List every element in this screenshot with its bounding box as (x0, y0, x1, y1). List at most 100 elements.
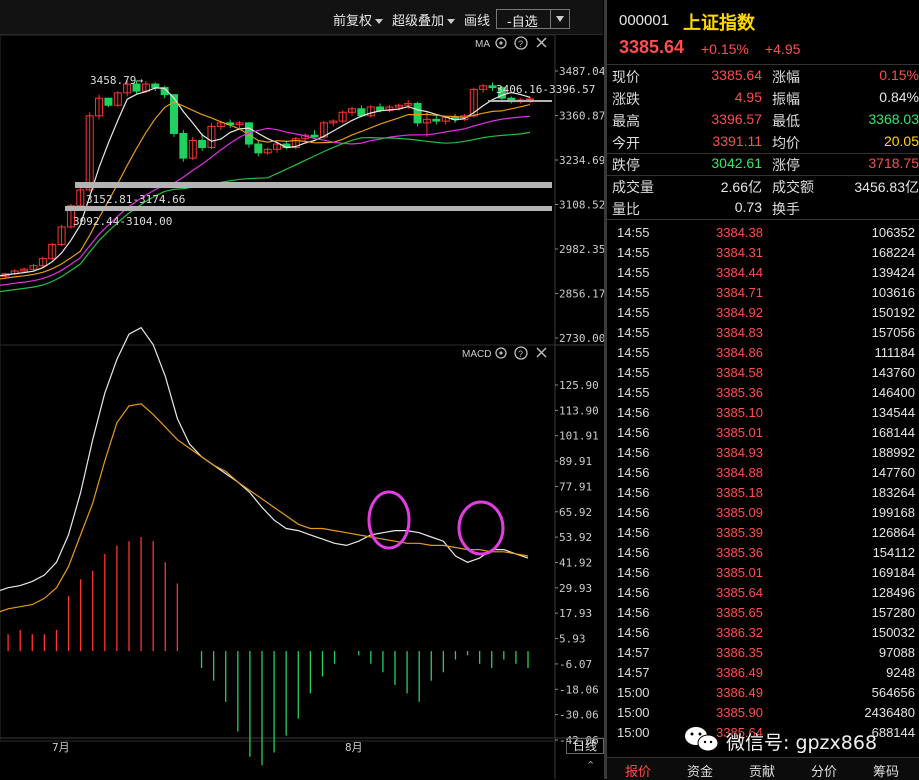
stat-value: 0.84% (879, 89, 919, 105)
watermark-text: 微信号: gpzx868 (726, 732, 878, 754)
tick-time: 14:55 (617, 305, 650, 320)
stat-label: 换手 (772, 202, 800, 218)
stat-label: 成交额 (772, 180, 814, 196)
tick-time: 14:56 (617, 525, 650, 540)
tick-row: 14:56 3385.10 134544 (607, 403, 919, 423)
tick-row: 14:56 3385.64 128496 (607, 583, 919, 603)
y-tick-label: 3487.04 (559, 65, 604, 78)
macd-y-tick-label: 53.92 (559, 531, 592, 544)
macd-y-axis: 125.90 113.90 101.91 89.91 77.91 65.92 53.92 41… (555, 379, 599, 747)
tab-quote[interactable]: 报价 (607, 761, 669, 780)
range-annotation-top: 3406.16-3396.57 (496, 83, 595, 96)
tick-time: 14:55 (617, 325, 650, 340)
tick-price: 3385.39 (716, 525, 763, 540)
stat-value: 0.73 (734, 199, 762, 215)
tick-volume: 106352 (871, 225, 915, 240)
close-icon[interactable] (536, 37, 547, 48)
tab-chips[interactable]: 筹码 (855, 761, 917, 780)
tick-price: 3385.90 (716, 705, 763, 720)
stat-value: 20.05 (883, 133, 919, 149)
self-select-dropdown[interactable]: -自选 (496, 9, 570, 30)
tick-row: 14:56 3385.01 169184 (607, 563, 919, 583)
stat-value: 0.15% (879, 67, 919, 83)
tick-volume: 199168 (871, 505, 915, 520)
chevron-down-icon (556, 16, 564, 22)
tick-price: 3385.09 (716, 505, 763, 520)
collapse-up-icon[interactable]: ⌃ (586, 759, 595, 772)
macd-series (0, 326, 529, 766)
tick-price: 3386.35 (716, 645, 763, 660)
tab-funds[interactable]: 资金 (669, 761, 731, 780)
macd-y-tick-label: -6.07 (559, 658, 592, 671)
daily-period-button[interactable]: 日线 (566, 738, 604, 754)
tab-price-distribution[interactable]: 分价 (793, 761, 855, 780)
dea-line (0, 403, 529, 613)
candle-down (179, 132, 188, 159)
tick-volume: 126864 (871, 525, 915, 540)
tick-price: 3385.10 (716, 405, 763, 420)
panel-tabs: 报价 资金 贡献 分价 筹码 (607, 757, 919, 780)
stat-label: 量比 (612, 202, 640, 218)
stock-chart[interactable]: MA ? MACD ? 3487.04 3360.87 3234.69 3108.52… (0, 35, 604, 779)
tick-time: 14:56 (617, 545, 650, 560)
tick-row: 15:00 3385.90 2436480 (607, 703, 919, 723)
tick-price: 3384.93 (716, 445, 763, 460)
divider (607, 219, 919, 220)
candle-down (310, 134, 319, 138)
tick-price: 3384.44 (716, 265, 763, 280)
x-label-august: 8月 (345, 741, 363, 754)
tick-row: 14:55 3384.38 106352 (607, 223, 919, 243)
tick-price: 3385.36 (716, 545, 763, 560)
settings-icon[interactable] (495, 347, 507, 359)
tick-time: 14:55 (617, 285, 650, 300)
restore-right-dropdown[interactable]: 前复权 (333, 10, 384, 29)
stat-value: 2.66亿 (720, 179, 762, 195)
tick-volume: 111184 (874, 345, 916, 360)
chevron-down-icon (375, 19, 384, 24)
tick-price: 3385.01 (716, 425, 763, 440)
settings-icon[interactable] (495, 37, 507, 49)
tick-time: 14:56 (617, 585, 650, 600)
tick-price: 3386.49 (716, 685, 763, 700)
change-amount: +4.95 (765, 41, 801, 57)
macd-y-tick-label: 65.92 (559, 506, 592, 519)
stat-value: 3391.11 (712, 133, 762, 149)
help-icon[interactable]: ? (514, 36, 528, 50)
support-band-lower[interactable] (65, 206, 552, 211)
tick-row: 14:55 3384.92 150192 (607, 303, 919, 323)
stat-value: 3368.03 (868, 111, 919, 127)
tab-contribution[interactable]: 贡献 (731, 761, 793, 780)
divider (607, 64, 919, 65)
candle-down (170, 94, 178, 134)
draw-line-button[interactable]: 画线 (464, 10, 490, 29)
chart-toolbar: 前复权 超级叠加 画线 -自选 (0, 0, 603, 35)
macd-y-tick-label: 41.92 (559, 557, 592, 570)
help-icon[interactable]: ? (514, 346, 528, 360)
main-indicator-label[interactable]: MA (475, 39, 490, 50)
tick-volume: 188992 (871, 445, 915, 460)
macd-y-tick-label: 113.90 (559, 404, 599, 417)
high-annotation: 3458.79→ (90, 74, 143, 87)
tick-volume: 134544 (871, 405, 915, 420)
macd-indicator-label[interactable]: MACD (462, 349, 491, 360)
candle-down (104, 97, 113, 106)
tick-row: 14:56 3384.88 147760 (607, 463, 919, 483)
super-overlay-dropdown[interactable]: 超级叠加 (392, 10, 456, 29)
tick-volume: 146400 (871, 385, 915, 400)
support-band-upper[interactable] (75, 182, 552, 188)
tick-time: 14:56 (617, 465, 650, 480)
dropdown-arrow[interactable] (550, 10, 569, 28)
tick-row: 14:56 3385.18 183264 (607, 483, 919, 503)
stat-value: 3718.75 (868, 155, 919, 171)
y-tick-label: 2730.00 (559, 332, 604, 345)
close-icon[interactable] (536, 347, 547, 358)
restore-right-label: 前复权 (333, 14, 373, 29)
tick-time: 14:56 (617, 425, 650, 440)
tick-price: 3385.65 (716, 605, 763, 620)
tick-price: 3384.86 (716, 345, 763, 360)
tick-price: 3384.31 (716, 245, 763, 260)
tick-volume: 139424 (871, 265, 915, 280)
stat-value: 3396.57 (711, 111, 762, 127)
tick-volume: 564656 (871, 685, 915, 700)
tick-time: 14:55 (617, 345, 650, 360)
